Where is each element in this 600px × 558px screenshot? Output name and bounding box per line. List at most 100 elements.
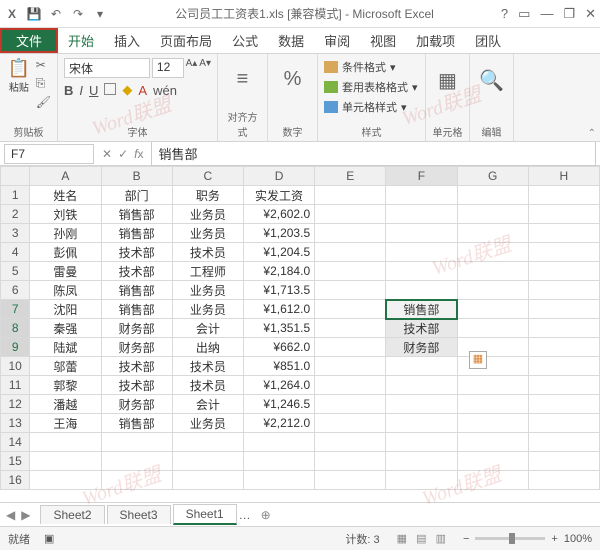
zoom-slider[interactable]	[475, 537, 545, 540]
paste-button[interactable]: 📋 粘贴	[6, 58, 32, 109]
cell[interactable]	[386, 471, 457, 490]
cell[interactable]: 姓名	[30, 186, 101, 205]
cell-styles-button[interactable]: 单元格样式 ▾	[324, 98, 419, 116]
cell[interactable]	[528, 433, 599, 452]
save-icon[interactable]: 💾	[26, 6, 42, 22]
cell[interactable]	[457, 186, 528, 205]
cell[interactable]	[315, 357, 386, 376]
cell[interactable]	[528, 224, 599, 243]
cell[interactable]: ¥851.0	[243, 357, 314, 376]
cell[interactable]: 王海	[30, 414, 101, 433]
row-header[interactable]: 10	[1, 357, 30, 376]
cell[interactable]	[386, 281, 457, 300]
cell[interactable]	[386, 186, 457, 205]
font-size-select[interactable]: 12	[152, 58, 184, 78]
cell[interactable]: 部门	[101, 186, 172, 205]
cell[interactable]	[528, 395, 599, 414]
cell[interactable]: 出纳	[172, 338, 243, 357]
cell[interactable]	[30, 433, 101, 452]
select-all-corner[interactable]	[1, 167, 30, 186]
cell[interactable]: 秦强	[30, 319, 101, 338]
cell[interactable]: 销售部	[101, 300, 172, 319]
cell[interactable]: 业务员	[172, 414, 243, 433]
formula-bar[interactable]: 销售部	[151, 141, 596, 166]
tab-view[interactable]: 视图	[360, 28, 406, 53]
cell[interactable]	[528, 281, 599, 300]
cell[interactable]	[315, 243, 386, 262]
cell[interactable]: 实发工资	[243, 186, 314, 205]
col-header[interactable]: B	[101, 167, 172, 186]
cell[interactable]: 业务员	[172, 224, 243, 243]
cell[interactable]	[315, 433, 386, 452]
cell[interactable]	[457, 319, 528, 338]
tab-home[interactable]: 开始	[58, 28, 104, 53]
col-header[interactable]: D	[243, 167, 314, 186]
cell[interactable]	[315, 224, 386, 243]
cell[interactable]	[101, 452, 172, 471]
cell[interactable]: 业务员	[172, 300, 243, 319]
row-header[interactable]: 14	[1, 433, 30, 452]
sheet-tab-active[interactable]: Sheet1	[173, 504, 237, 525]
cell[interactable]: 财务部	[101, 338, 172, 357]
cell[interactable]	[386, 243, 457, 262]
zoom-out-icon[interactable]: −	[463, 533, 469, 545]
tab-layout[interactable]: 页面布局	[150, 28, 222, 53]
cell[interactable]	[528, 262, 599, 281]
autofill-options-icon[interactable]: ▦	[469, 351, 487, 369]
row-header[interactable]: 2	[1, 205, 30, 224]
cell[interactable]	[457, 262, 528, 281]
cell[interactable]: ¥1,203.5	[243, 224, 314, 243]
bold-button[interactable]: B	[64, 83, 73, 98]
undo-icon[interactable]: ↶	[48, 6, 64, 22]
cell[interactable]: ¥1,713.5	[243, 281, 314, 300]
col-header[interactable]: E	[315, 167, 386, 186]
cell[interactable]	[243, 433, 314, 452]
fill-color-button[interactable]: ◆	[122, 82, 132, 98]
fx-icon[interactable]: fx	[134, 147, 143, 161]
col-header[interactable]: G	[457, 167, 528, 186]
cell[interactable]: 财务部	[101, 319, 172, 338]
cell[interactable]: ¥2,184.0	[243, 262, 314, 281]
cells-icon[interactable]: ▦	[432, 58, 463, 93]
edit-icon[interactable]: 🔍	[476, 58, 507, 93]
cell[interactable]: 孙刚	[30, 224, 101, 243]
row-header[interactable]: 11	[1, 376, 30, 395]
cell-f9[interactable]: 财务部	[386, 338, 457, 357]
row-header[interactable]: 12	[1, 395, 30, 414]
shrink-font-icon[interactable]: A▾	[199, 58, 211, 78]
format-painter-icon[interactable]: 🖌	[36, 95, 51, 109]
font-color-button[interactable]: A	[138, 83, 147, 98]
page-break-view-icon[interactable]: ▥	[436, 533, 446, 545]
cell[interactable]	[243, 452, 314, 471]
row-header[interactable]: 16	[1, 471, 30, 490]
sheet-nav-next-icon[interactable]: ▶	[21, 508, 30, 522]
cell[interactable]: 职务	[172, 186, 243, 205]
row-header[interactable]: 3	[1, 224, 30, 243]
new-sheet-icon[interactable]: ⊕	[253, 508, 279, 522]
cell[interactable]: 邬蕾	[30, 357, 101, 376]
cell[interactable]	[315, 262, 386, 281]
close-icon[interactable]: ✕	[585, 6, 596, 22]
enter-fx-icon[interactable]: ✓	[118, 147, 128, 161]
col-header[interactable]: F	[386, 167, 457, 186]
cell[interactable]	[528, 243, 599, 262]
cell[interactable]	[386, 452, 457, 471]
conditional-format-button[interactable]: 条件格式 ▾	[324, 58, 419, 76]
row-header[interactable]: 7	[1, 300, 30, 319]
cell[interactable]: 技术员	[172, 376, 243, 395]
table-format-button[interactable]: 套用表格格式 ▾	[324, 78, 419, 96]
cell[interactable]	[386, 224, 457, 243]
cell[interactable]	[315, 414, 386, 433]
cell[interactable]	[457, 205, 528, 224]
cell[interactable]	[101, 471, 172, 490]
name-box[interactable]: F7	[4, 144, 94, 164]
collapse-ribbon-icon[interactable]: ⌃	[588, 128, 596, 139]
cell[interactable]: 技术部	[101, 376, 172, 395]
cell[interactable]: 销售部	[101, 205, 172, 224]
zoom-level[interactable]: 100%	[564, 533, 592, 545]
phonetic-button[interactable]: wén	[153, 83, 177, 98]
cell[interactable]	[315, 452, 386, 471]
row-header[interactable]: 5	[1, 262, 30, 281]
cell[interactable]	[457, 395, 528, 414]
italic-button[interactable]: I	[79, 83, 83, 98]
